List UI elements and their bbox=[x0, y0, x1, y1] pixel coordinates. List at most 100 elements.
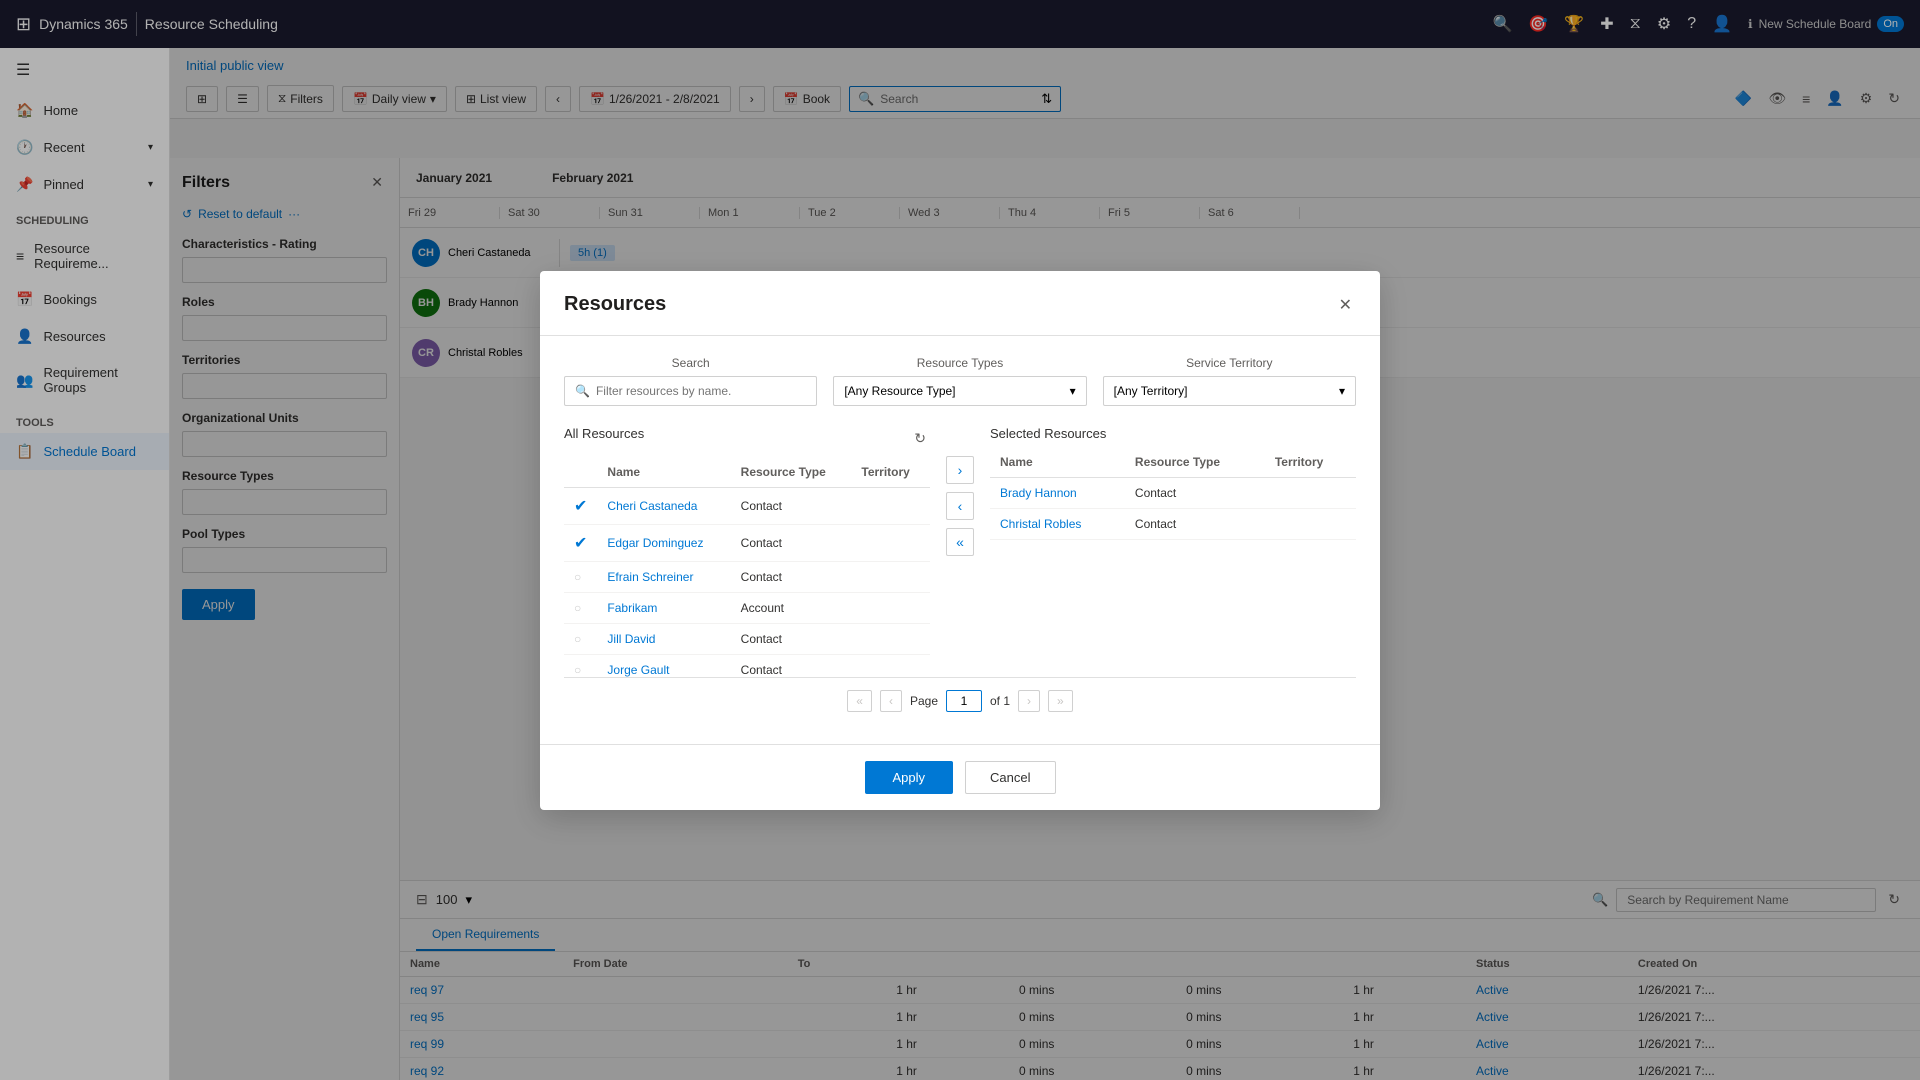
resource-search-field[interactable] bbox=[596, 384, 806, 398]
list-item[interactable]: ○ Efrain Schreiner Contact bbox=[564, 561, 930, 592]
transfer-buttons: › ‹ « bbox=[930, 456, 990, 556]
resource-territory-cell bbox=[851, 524, 930, 561]
resource-territory-cell bbox=[851, 654, 930, 677]
resource-type-cell: Account bbox=[731, 592, 852, 623]
modal-title: Resources bbox=[564, 293, 666, 316]
page-first-btn[interactable]: « bbox=[847, 690, 872, 712]
resource-check-cell[interactable]: ○ bbox=[564, 654, 597, 677]
col-sel-name: Name bbox=[990, 447, 1125, 478]
resource-lists: All Resources ↻ Name Resource Type Terri… bbox=[564, 426, 1356, 677]
resource-link[interactable]: Cheri Castaneda bbox=[607, 499, 697, 513]
unchecked-icon: ○ bbox=[574, 663, 581, 677]
page-last-btn[interactable]: » bbox=[1048, 690, 1073, 712]
unchecked-icon: ○ bbox=[574, 570, 581, 584]
selected-header-row: Name Resource Type Territory bbox=[990, 447, 1356, 478]
resource-link[interactable]: Efrain Schreiner bbox=[607, 570, 693, 584]
sel-territory-cell bbox=[1265, 508, 1356, 539]
territory-select[interactable]: [Any Territory] ▾ bbox=[1103, 376, 1356, 406]
modal-close-btn[interactable]: ✕ bbox=[1335, 291, 1356, 319]
list-item[interactable]: Brady Hannon Contact bbox=[990, 477, 1356, 508]
page-number-input[interactable] bbox=[946, 690, 982, 712]
resource-link[interactable]: Edgar Dominguez bbox=[607, 536, 703, 550]
modal-filter-row: Search 🔍 Resource Types [Any Resource Ty… bbox=[564, 356, 1356, 406]
col-all-name: Name bbox=[597, 457, 730, 488]
list-item[interactable]: ○ Jill David Contact bbox=[564, 623, 930, 654]
resource-check-cell[interactable]: ✔ bbox=[564, 487, 597, 524]
sel-resource-link[interactable]: Christal Robles bbox=[1000, 517, 1081, 531]
resource-link[interactable]: Jill David bbox=[607, 632, 655, 646]
resource-type-cell: Contact bbox=[731, 654, 852, 677]
col-check bbox=[564, 457, 597, 488]
selected-resources-label: Selected Resources bbox=[990, 426, 1356, 441]
all-resources-header-row: Name Resource Type Territory bbox=[564, 457, 930, 488]
transfer-right-btn[interactable]: › bbox=[946, 456, 974, 484]
modal-apply-btn[interactable]: Apply bbox=[865, 761, 954, 794]
resource-check-cell[interactable]: ○ bbox=[564, 592, 597, 623]
unchecked-icon: ○ bbox=[574, 601, 581, 615]
resource-check-cell[interactable]: ○ bbox=[564, 623, 597, 654]
territory-label: Service Territory bbox=[1103, 356, 1356, 370]
sel-type-cell: Contact bbox=[1125, 477, 1265, 508]
search-filter-group: Search 🔍 bbox=[564, 356, 817, 406]
resource-territory-cell bbox=[851, 561, 930, 592]
checked-icon: ✔ bbox=[574, 535, 587, 552]
resource-type-cell: Contact bbox=[731, 487, 852, 524]
resource-type-cell: Contact bbox=[731, 524, 852, 561]
chevron-territory-icon: ▾ bbox=[1339, 384, 1345, 398]
resource-territory-cell bbox=[851, 487, 930, 524]
col-all-type: Resource Type bbox=[731, 457, 852, 488]
chevron-resource-type-icon: ▾ bbox=[1070, 384, 1076, 398]
page-prev-btn[interactable]: ‹ bbox=[880, 690, 902, 712]
all-resources-scroll: Name Resource Type Territory ✔ Cheri Cas… bbox=[564, 457, 930, 677]
list-item[interactable]: ○ Fabrikam Account bbox=[564, 592, 930, 623]
modal-pagination: « ‹ Page of 1 › » bbox=[564, 677, 1356, 724]
resource-link[interactable]: Fabrikam bbox=[607, 601, 657, 615]
resources-modal: Resources ✕ Search 🔍 Resource Types [Any… bbox=[540, 271, 1380, 810]
modal-header: Resources ✕ bbox=[540, 271, 1380, 336]
resource-type-select[interactable]: [Any Resource Type] ▾ bbox=[833, 376, 1086, 406]
resource-territory-cell bbox=[851, 623, 930, 654]
resource-type-cell: Contact bbox=[731, 623, 852, 654]
page-label: Page bbox=[910, 694, 938, 708]
checked-icon: ✔ bbox=[574, 498, 587, 515]
all-resources-table: Name Resource Type Territory ✔ Cheri Cas… bbox=[564, 457, 930, 677]
resource-name-cell: Jill David bbox=[597, 623, 730, 654]
resource-name-cell: Cheri Castaneda bbox=[597, 487, 730, 524]
search-filter-input[interactable]: 🔍 bbox=[564, 376, 817, 406]
all-resources-label: All Resources bbox=[564, 426, 644, 441]
modal-cancel-btn[interactable]: Cancel bbox=[965, 761, 1055, 794]
col-sel-type: Resource Type bbox=[1125, 447, 1265, 478]
sel-name-cell: Christal Robles bbox=[990, 508, 1125, 539]
list-item[interactable]: Christal Robles Contact bbox=[990, 508, 1356, 539]
resource-territory-cell bbox=[851, 592, 930, 623]
modal-backdrop[interactable]: Resources ✕ Search 🔍 Resource Types [Any… bbox=[0, 0, 1920, 1080]
sel-name-cell: Brady Hannon bbox=[990, 477, 1125, 508]
selected-resources-scroll: Name Resource Type Territory Brady Hanno… bbox=[990, 447, 1356, 540]
territory-group: Service Territory [Any Territory] ▾ bbox=[1103, 356, 1356, 406]
resource-check-cell[interactable]: ✔ bbox=[564, 524, 597, 561]
resource-type-value: [Any Resource Type] bbox=[844, 384, 955, 398]
refresh-resources-btn[interactable]: ↻ bbox=[910, 426, 930, 451]
modal-body: Search 🔍 Resource Types [Any Resource Ty… bbox=[540, 336, 1380, 744]
resource-type-cell: Contact bbox=[731, 561, 852, 592]
list-item[interactable]: ✔ Edgar Dominguez Contact bbox=[564, 524, 930, 561]
transfer-left-btn[interactable]: ‹ bbox=[946, 492, 974, 520]
col-all-territory: Territory bbox=[851, 457, 930, 488]
unchecked-icon: ○ bbox=[574, 632, 581, 646]
all-resources-pane: All Resources ↻ Name Resource Type Terri… bbox=[564, 426, 930, 677]
modal-footer: Apply Cancel bbox=[540, 744, 1380, 810]
transfer-all-left-btn[interactable]: « bbox=[946, 528, 974, 556]
selected-resources-pane: Selected Resources Name Resource Type Te… bbox=[990, 426, 1356, 540]
resource-type-label: Resource Types bbox=[833, 356, 1086, 370]
sel-resource-link[interactable]: Brady Hannon bbox=[1000, 486, 1077, 500]
territory-value: [Any Territory] bbox=[1114, 384, 1188, 398]
list-item[interactable]: ✔ Cheri Castaneda Contact bbox=[564, 487, 930, 524]
resource-check-cell[interactable]: ○ bbox=[564, 561, 597, 592]
selected-resources-table: Name Resource Type Territory Brady Hanno… bbox=[990, 447, 1356, 540]
resource-type-group: Resource Types [Any Resource Type] ▾ bbox=[833, 356, 1086, 406]
page-next-btn[interactable]: › bbox=[1018, 690, 1040, 712]
sel-type-cell: Contact bbox=[1125, 508, 1265, 539]
resource-link[interactable]: Jorge Gault bbox=[607, 663, 669, 677]
list-item[interactable]: ○ Jorge Gault Contact bbox=[564, 654, 930, 677]
page-of-label: of 1 bbox=[990, 694, 1010, 708]
